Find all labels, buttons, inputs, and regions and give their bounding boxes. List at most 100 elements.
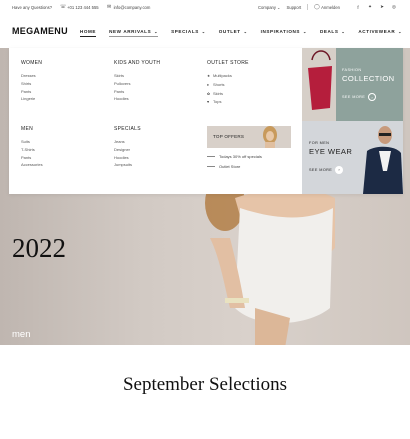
twitter-icon[interactable]: ✦ <box>366 4 374 10</box>
menu-link-multipacks[interactable]: ★ Multipacks <box>207 72 249 81</box>
social-links: f ✦ ➤ ◎ <box>350 4 398 10</box>
questions-text: Have any Questions? <box>12 5 52 10</box>
menu-col-men: MEN Suits T-Shirts Pants Accessories <box>21 126 43 169</box>
menu-link-label: Shorts <box>213 81 225 87</box>
facebook-icon[interactable]: f <box>354 5 362 10</box>
menu-link[interactable]: Hoodies <box>114 95 160 103</box>
menu-link[interactable]: Dresses <box>21 72 42 80</box>
heart-icon: ♥ <box>207 100 210 105</box>
menu-col-women: WOMEN Dresses Shirts Pants Lingerie <box>21 60 42 103</box>
menu-link[interactable]: Designer <box>114 146 141 154</box>
offer-link-label: Outlet Store <box>219 164 241 169</box>
menu-link[interactable]: Pants <box>21 154 43 162</box>
model-thumbnail <box>263 126 277 148</box>
menu-link[interactable]: Accessories <box>21 161 43 169</box>
nav-home-label: HOME <box>79 28 97 34</box>
menu-link[interactable]: T-Shirts <box>21 146 43 154</box>
plane-icon[interactable]: ➤ <box>378 4 386 10</box>
hero-link-women[interactable]: women <box>12 341 43 345</box>
company-label: Company <box>258 4 276 10</box>
nav-outlet-label: OUTLET <box>218 28 241 34</box>
see-more-label: SEE MORE <box>309 168 333 172</box>
see-more-link[interactable]: SEE MORE › <box>342 93 377 101</box>
promo-title: EYE WEAR <box>309 147 353 156</box>
chevron-down-icon: ⌄ <box>276 4 281 10</box>
phone-label: +01 123 444 555 <box>67 4 99 10</box>
support-link[interactable]: Support <box>286 5 301 10</box>
menu-link-tops[interactable]: ♥ Tops <box>207 98 249 107</box>
menu-heading-outlet: OUTLET STORE <box>207 60 249 66</box>
hero-year: 2022 <box>12 233 66 263</box>
menu-heading-men: MEN <box>21 126 34 132</box>
top-offers-banner[interactable]: TOP OFFERS <box>207 126 291 148</box>
chevron-down-icon: ⌄ <box>398 28 403 34</box>
see-more-link[interactable]: SEE MORE › <box>309 166 344 174</box>
email-link[interactable]: ✉ info@company.com <box>107 3 151 10</box>
top-bar: Have any Questions? ☏ +01 123 444 555 ✉ in… <box>0 0 410 14</box>
menu-link-shorts[interactable]: ♦ Shorts <box>207 81 249 90</box>
user-icon: ◯ <box>314 3 320 10</box>
chevron-down-icon: ⌄ <box>243 28 248 34</box>
login-link[interactable]: ◯ Anmelden <box>314 3 340 10</box>
mega-menu-dropdown: WOMEN Dresses Shirts Pants Lingerie MEN … <box>9 48 403 194</box>
menu-link[interactable]: Pants <box>21 88 42 96</box>
nav-deals-label: DEALS <box>319 28 339 34</box>
menu-col-specials: SPECIALS Jeans Designer Hoodies Jumpsuit… <box>114 126 141 169</box>
tag-icon: ✿ <box>207 91 211 96</box>
menu-link[interactable]: Hoodies <box>114 154 141 162</box>
promo-eyewear[interactable]: FOR MEN EYE WEAR SEE MORE › <box>302 121 403 194</box>
nav-specials[interactable]: SPECIALS ⌄ <box>171 29 206 34</box>
menu-link[interactable]: Skirts <box>114 72 160 80</box>
menu-heading-women: WOMEN <box>21 60 43 66</box>
offer-link-label: Todays 30% off specials <box>219 154 262 159</box>
nav-new-arrivals[interactable]: NEW ARRIVALS ⌄ <box>109 28 159 37</box>
email-label: info@company.com <box>113 4 151 10</box>
menu-link-label: Skirts <box>213 90 223 96</box>
questions-label: Have any Questions? <box>12 4 53 10</box>
chevron-down-icon: ⌄ <box>341 28 346 34</box>
promo-kicker: FASHION <box>342 68 362 72</box>
menu-link[interactable]: Jumpsuits <box>114 161 141 169</box>
see-more-label: SEE MORE <box>342 95 366 99</box>
offer-link-specials[interactable]: Todays 30% off specials <box>207 154 262 159</box>
nav-home[interactable]: HOME <box>79 28 97 37</box>
menu-link[interactable]: Shirts <box>21 80 42 88</box>
nav-activewear-label: ACTIVEWEAR <box>358 28 396 34</box>
dash-divider <box>207 166 215 167</box>
menu-link[interactable]: Lingerie <box>21 95 42 103</box>
menu-link[interactable]: Suits <box>21 138 43 146</box>
company-dropdown[interactable]: Company ⌄ <box>258 5 280 10</box>
nav-new-arrivals-label: NEW ARRIVALS <box>109 28 152 34</box>
menu-link-skirts[interactable]: ✿ Skirts <box>207 90 249 99</box>
hero-links: men women kids <box>12 328 43 345</box>
top-offers-label: TOP OFFERS <box>213 134 245 139</box>
offer-link-outlet[interactable]: Outlet Store <box>207 164 240 169</box>
logo[interactable]: MEGAMENU <box>12 26 68 36</box>
nav-activewear[interactable]: ACTIVEWEAR ⌄ <box>358 29 402 34</box>
nav-specials-label: SPECIALS <box>171 28 199 34</box>
drop-icon: ♦ <box>207 82 209 87</box>
nav-inspirations[interactable]: INSPIRATIONS ⌄ <box>261 29 307 34</box>
arrow-right-icon: › <box>368 93 377 101</box>
menu-col-outlet: OUTLET STORE ★ Multipacks ♦ Shorts ✿ Skirts… <box>207 60 249 107</box>
login-label: Anmelden <box>321 4 340 10</box>
hero-link-men[interactable]: men <box>12 328 43 341</box>
menu-link[interactable]: Pullovers <box>114 80 160 88</box>
menu-link[interactable]: Pants <box>114 88 160 96</box>
menu-link-label: Multipacks <box>213 73 232 78</box>
chevron-down-icon: ⌄ <box>201 28 206 34</box>
menu-link[interactable]: Jeans <box>114 138 141 146</box>
mail-icon: ✉ <box>107 3 112 10</box>
nav-deals[interactable]: DEALS ⌄ <box>320 29 345 34</box>
promo-fashion-collection[interactable]: FASHION COLLECTION SEE MORE › <box>302 48 403 121</box>
nav-outlet[interactable]: OUTLET ⌄ <box>219 29 248 34</box>
phone-icon: ☏ <box>60 3 67 10</box>
divider <box>307 4 309 10</box>
section-title: September Selections <box>122 374 288 395</box>
instagram-icon[interactable]: ◎ <box>390 4 398 10</box>
model-figure <box>205 178 335 345</box>
main-nav: HOME NEW ARRIVALS ⌄ SPECIALS ⌄ OUTLET ⌄ … <box>79 28 410 37</box>
arrow-right-icon: › <box>335 166 344 174</box>
menu-link-label: Tops <box>213 99 222 105</box>
phone-link[interactable]: ☏ +01 123 444 555 <box>60 3 99 10</box>
